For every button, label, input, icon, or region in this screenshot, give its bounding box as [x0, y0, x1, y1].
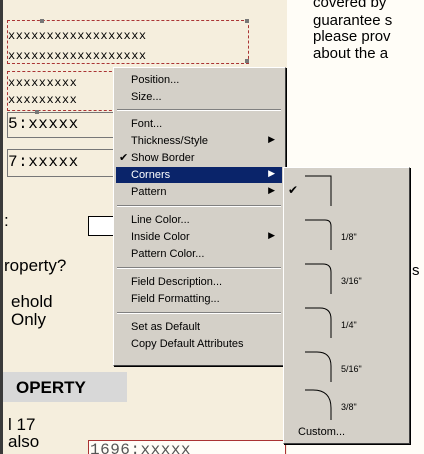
menu-item-line-color[interactable]: Line Color...	[116, 212, 282, 228]
corner-custom-option[interactable]: Custom...	[298, 426, 345, 438]
menu-separator	[117, 312, 281, 314]
menu-item-field-description[interactable]: Field Description...	[116, 274, 282, 290]
corner-option-label: 3/16"	[341, 276, 362, 286]
corner-option-1-4[interactable]: 1/4"	[286, 306, 406, 342]
section-header: OPERTY	[3, 372, 127, 402]
resize-handle[interactable]	[35, 110, 39, 114]
field-text: xxxxxxxxx	[8, 93, 78, 107]
menu-item-label: Thickness/Style	[131, 135, 209, 147]
menu-item-label: Show Border	[131, 152, 195, 164]
menu-item-show-border[interactable]: ✔ Show Border	[116, 150, 282, 166]
corner-option-label: 1/8"	[341, 232, 357, 242]
submenu-arrow-icon: ▶	[268, 134, 275, 144]
corner-option-1-8[interactable]: 1/8"	[286, 218, 406, 254]
menu-item-corners[interactable]: Corners ▶	[116, 167, 282, 183]
corner-option-3-8[interactable]: 3/8"	[286, 388, 406, 424]
menu-item-set-as-default[interactable]: Set as Default	[116, 319, 282, 335]
field-text: 7:xxxxx	[8, 153, 79, 171]
checkmark-icon: ✔	[119, 152, 129, 164]
doc-text-fragment: s	[412, 262, 420, 279]
menu-item-pattern-color[interactable]: Pattern Color...	[116, 246, 282, 262]
resize-handle[interactable]	[245, 59, 249, 63]
menu-item-position[interactable]: Position...	[116, 72, 282, 88]
menu-item-label: Field Description...	[131, 276, 223, 288]
field-text: 5:xxxxx	[8, 115, 79, 133]
field-text: xxxxxxxxx	[8, 76, 78, 90]
menu-item-label: Line Color...	[131, 214, 190, 226]
corner-option-label: 3/8"	[341, 402, 357, 412]
field-text: 1696:xxxxx	[90, 441, 192, 454]
corners-submenu: ✔ 1/8" 3/16" 1/4" 5/16" 3/8" Custom...	[283, 167, 410, 444]
menu-item-label: Size...	[131, 91, 162, 103]
menu-item-label: Position...	[131, 74, 180, 86]
corner-square-icon	[305, 175, 332, 206]
menu-item-font[interactable]: Font...	[116, 116, 282, 132]
doc-text-fragment: Only	[11, 310, 46, 329]
doc-text-line: about the a	[313, 45, 389, 62]
doc-text-fragment: roperty?	[4, 256, 67, 275]
menu-item-label: Inside Color	[131, 231, 190, 243]
section-header-text: OPERTY	[16, 378, 86, 397]
doc-text-line: please prov	[313, 28, 391, 45]
submenu-arrow-icon: ▶	[268, 168, 275, 178]
menu-item-copy-default-attributes[interactable]: Copy Default Attributes	[116, 336, 282, 352]
corner-rounded-icon	[305, 219, 332, 250]
menu-item-field-formatting[interactable]: Field Formatting...	[116, 291, 282, 307]
menu-item-label: Copy Default Attributes	[131, 338, 244, 350]
submenu-arrow-icon: ▶	[268, 185, 275, 195]
corner-option-3-16[interactable]: 3/16"	[286, 262, 406, 298]
corner-option-square[interactable]	[286, 174, 406, 208]
field-text: xxxxxxxxxxxxxxxxxx	[8, 49, 147, 63]
menu-separator	[117, 205, 281, 207]
menu-item-label: Pattern	[131, 186, 167, 198]
corner-rounded-icon	[305, 351, 332, 382]
menu-item-thickness-style[interactable]: Thickness/Style ▶	[116, 133, 282, 149]
doc-text-fragment: ehold	[11, 292, 53, 311]
resize-handle[interactable]	[245, 19, 249, 23]
menu-item-size[interactable]: Size...	[116, 89, 282, 105]
menu-item-inside-color[interactable]: Inside Color ▶	[116, 229, 282, 245]
corner-option-label: 5/16"	[341, 364, 362, 374]
menu-separator	[117, 267, 281, 269]
submenu-arrow-icon: ▶	[268, 230, 275, 240]
menu-item-label: Font...	[131, 118, 163, 130]
corner-rounded-icon	[305, 307, 332, 338]
doc-text-fragment: also	[8, 432, 40, 451]
field-text: xxxxxxxxxxxxxxxxxx	[8, 29, 147, 43]
doc-text-fragment: :	[4, 211, 9, 230]
corner-rounded-icon	[305, 263, 332, 294]
resize-handle[interactable]	[40, 19, 44, 23]
context-menu: Position... Size... Font... Thickness/St…	[113, 67, 286, 366]
menu-item-label: Field Formatting...	[131, 293, 220, 305]
menu-item-label: Pattern Color...	[131, 248, 205, 260]
menu-item-label: Corners	[131, 169, 171, 181]
menu-item-label: Set as Default	[131, 321, 201, 333]
corner-option-5-16[interactable]: 5/16"	[286, 350, 406, 386]
doc-text-line: covered by	[313, 0, 387, 11]
corner-rounded-icon	[305, 389, 332, 420]
corner-option-label: 1/4"	[341, 320, 357, 330]
menu-separator	[117, 109, 281, 111]
menu-item-pattern[interactable]: Pattern ▶	[116, 184, 282, 200]
